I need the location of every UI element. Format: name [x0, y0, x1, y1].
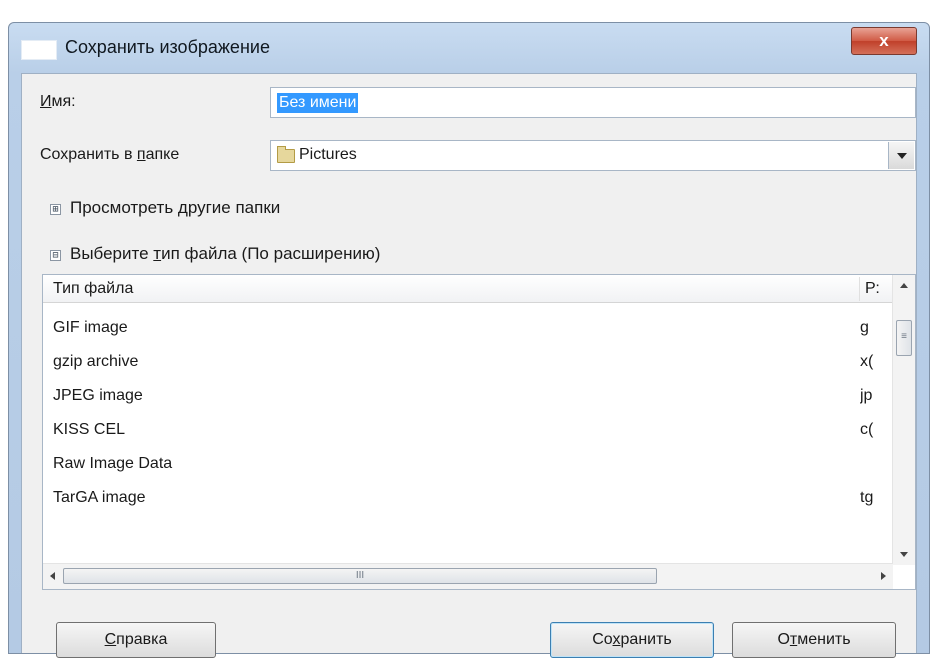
list-item[interactable]: JPEG image jp: [43, 381, 893, 415]
file-name-value: Без имени: [277, 93, 359, 113]
window-title: Сохранить изображение: [65, 37, 270, 57]
horizontal-scrollbar[interactable]: III: [43, 563, 893, 589]
close-icon: x: [879, 31, 889, 50]
vertical-scroll-thumb[interactable]: ≡: [896, 320, 912, 356]
title-bar[interactable]: Сохранить изображение x: [9, 23, 929, 67]
file-type-extension: c(: [860, 421, 874, 438]
save-folder-label: Сохранить в папке: [40, 146, 180, 163]
file-type-list[interactable]: Тип файла Р: GIF image g gzip archive x(…: [42, 274, 916, 590]
list-item[interactable]: KISS CEL c(: [43, 415, 893, 449]
close-button[interactable]: x: [851, 27, 917, 55]
vertical-scrollbar[interactable]: ≡: [892, 275, 915, 565]
browse-other-folders-expander[interactable]: ⊞ Просмотреть другие папки: [50, 198, 410, 222]
file-type-name: GIF image: [53, 319, 128, 336]
file-type-extension: jp: [860, 387, 873, 404]
help-button[interactable]: Справка: [56, 622, 216, 658]
save-folder-value: Pictures: [299, 146, 357, 163]
browse-other-folders-label: Просмотреть другие папки: [70, 198, 281, 217]
folder-icon: [277, 146, 295, 163]
file-type-extension: g: [860, 319, 869, 336]
list-item[interactable]: GIF image g: [43, 313, 893, 347]
dialog-body: Имя: Без имени Сохранить в папке Picture…: [21, 73, 917, 658]
list-item[interactable]: TarGA image tg: [43, 483, 893, 517]
chevron-down-icon: [896, 152, 907, 159]
file-type-name: gzip archive: [53, 353, 139, 370]
file-type-extension: x(: [860, 353, 874, 370]
file-type-name: Raw Image Data: [53, 455, 173, 472]
scroll-right-icon[interactable]: [881, 572, 886, 580]
horizontal-scroll-thumb[interactable]: III: [63, 568, 657, 584]
column-header-file-type[interactable]: Тип файла: [53, 280, 133, 298]
file-type-name: KISS CEL: [53, 421, 126, 438]
column-header-extension[interactable]: Р:: [859, 277, 880, 301]
folder-dropdown-button[interactable]: [888, 142, 914, 169]
name-label: Имя:: [40, 93, 76, 110]
file-name-input[interactable]: Без имени: [270, 87, 916, 118]
collapse-icon: ⊟: [50, 250, 61, 261]
file-type-name: TarGA image: [53, 489, 146, 506]
expand-icon: ⊞: [50, 204, 61, 215]
scroll-down-icon[interactable]: [900, 552, 908, 557]
file-type-extension: tg: [860, 489, 874, 506]
save-image-dialog: Сохранить изображение x Имя: Без имени С…: [8, 22, 930, 658]
app-icon: [21, 40, 57, 60]
list-item[interactable]: Raw Image Data: [43, 449, 893, 483]
file-type-expander[interactable]: ⊟ Выберите тип файла (По расширению): [50, 244, 550, 268]
list-item[interactable]: gzip archive x(: [43, 347, 893, 381]
file-type-name: JPEG image: [53, 387, 143, 404]
save-folder-combo[interactable]: Pictures: [270, 140, 916, 171]
list-header: Тип файла Р:: [43, 275, 893, 303]
file-type-label: Выберите тип файла (По расширению): [70, 244, 381, 263]
save-button[interactable]: Сохранить: [550, 622, 714, 658]
cancel-button[interactable]: Отменить: [732, 622, 896, 658]
scroll-left-icon[interactable]: [50, 572, 55, 580]
scroll-up-icon[interactable]: [900, 283, 908, 288]
